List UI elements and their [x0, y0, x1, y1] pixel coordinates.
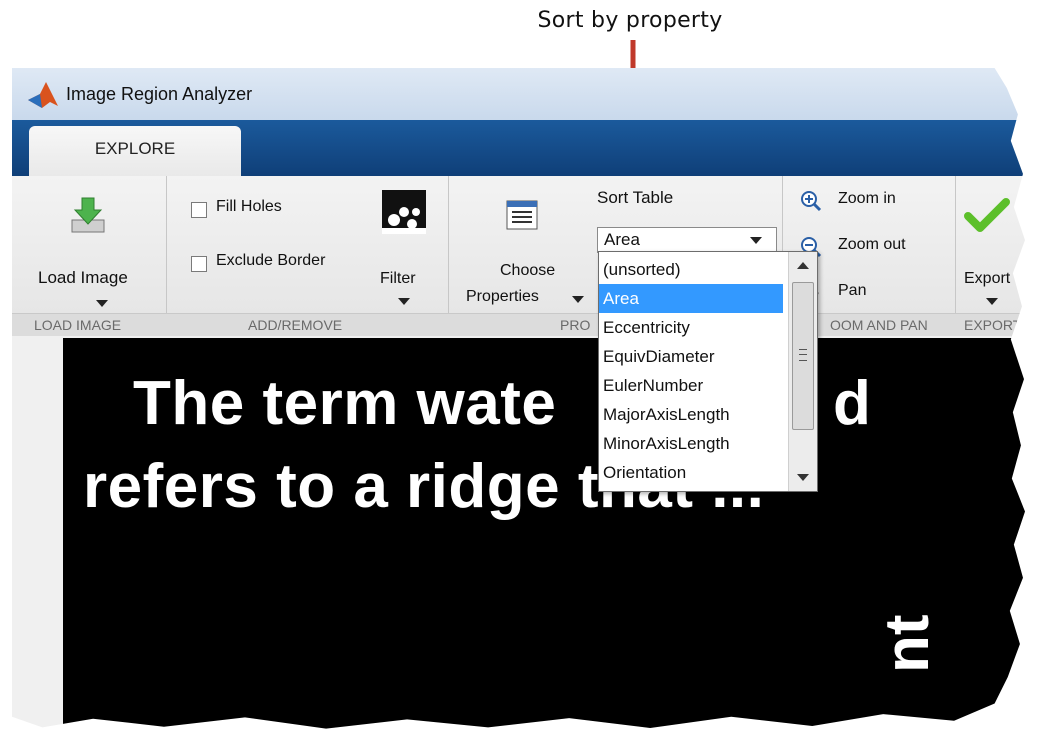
sort-option[interactable]: MajorAxisLength — [599, 400, 783, 429]
filter-dropdown-arrow — [398, 298, 410, 305]
section-zoom-pan: OOM AND PAN — [830, 317, 928, 333]
export-label: Export — [964, 270, 1011, 287]
scroll-down-arrow-icon[interactable] — [797, 474, 809, 481]
separator — [955, 176, 956, 336]
section-export: EXPORT — [964, 317, 1022, 333]
sort-table-label: Sort Table — [597, 188, 674, 207]
sort-option-selected[interactable]: Area — [599, 284, 783, 313]
matlab-logo-icon — [28, 82, 58, 108]
zoom-in-icon — [801, 191, 822, 212]
exclude-border-checkbox[interactable] — [191, 256, 207, 272]
load-image-icon — [71, 197, 105, 233]
zoom-out-button[interactable]: Zoom out — [800, 234, 940, 262]
choose-label: Choose — [500, 262, 556, 279]
image-canvas: The term wate d refers to a ridge that .… — [12, 336, 1025, 729]
scrollbar-thumb[interactable] — [792, 282, 814, 430]
export-dropdown-arrow — [986, 298, 998, 305]
image-text-rotated: nt — [873, 614, 942, 673]
image-display: The term wate d refers to a ridge that .… — [63, 338, 1025, 729]
ribbon-toolbar: Load Image Fill Holes Exclude Border Fil… — [12, 176, 1025, 337]
sort-option[interactable]: (unsorted) — [599, 255, 783, 284]
load-image-dropdown-arrow — [96, 300, 108, 307]
exclude-border-label: Exclude Border — [216, 252, 326, 269]
dropdown-scrollbar[interactable] — [788, 252, 817, 491]
sort-option[interactable]: EquivDiameter — [599, 342, 783, 371]
sort-table-dropdown-list: (unsorted) Area Eccentricity EquivDiamet… — [598, 251, 818, 492]
sort-option[interactable]: Eccentricity — [599, 313, 783, 342]
sort-table-select[interactable]: Area — [597, 227, 777, 253]
section-load-image: LOAD IMAGE — [34, 317, 122, 333]
properties-list-icon — [506, 200, 538, 230]
image-text-line1-tail: d — [833, 369, 872, 438]
section-add-remove: ADD/REMOVE — [248, 317, 343, 333]
separator — [448, 176, 449, 336]
fill-holes-checkbox[interactable] — [191, 202, 207, 218]
filter-icon — [382, 190, 426, 234]
filter-button[interactable]: Filter — [374, 186, 434, 305]
sort-option[interactable]: Orientation — [599, 458, 783, 487]
sort-option[interactable]: EulerNumber — [599, 371, 783, 400]
sort-select-arrow — [750, 237, 762, 244]
tab-strip: EXPLORE — [12, 120, 1025, 176]
section-properties: PRO — [560, 317, 591, 333]
load-image-label: Load Image — [38, 268, 128, 287]
load-image-button[interactable]: Load Image — [20, 182, 160, 307]
zoom-in-button[interactable]: Zoom in — [800, 188, 940, 216]
filter-label: Filter — [380, 270, 416, 287]
window-title: Image Region Analyzer — [66, 84, 253, 104]
choose-properties-button[interactable]: Choose Properties — [462, 186, 584, 305]
image-text-line1: The term wate — [133, 369, 557, 438]
sort-option[interactable]: MinorAxisLength — [599, 429, 783, 458]
app-window: Image Region Analyzer EXPLORE Load Image… — [12, 68, 1025, 729]
fill-holes-label: Fill Holes — [216, 198, 282, 215]
sort-select-value: Area — [604, 230, 640, 249]
export-button[interactable]: Export — [962, 186, 1025, 305]
properties-label: Properties — [466, 288, 539, 305]
scrollbar-grip-icon — [799, 349, 807, 361]
title-bar: Image Region Analyzer — [12, 68, 1025, 120]
scroll-up-arrow-icon[interactable] — [797, 262, 809, 269]
ribbon-section-labels: LOAD IMAGE ADD/REMOVE PRO OOM AND PAN EX… — [12, 313, 1025, 336]
tab-explore[interactable]: EXPLORE — [29, 126, 241, 176]
choose-properties-dropdown-arrow — [572, 296, 584, 303]
checkmark-icon — [964, 198, 1010, 232]
zoom-in-label: Zoom in — [838, 190, 896, 207]
pan-button[interactable]: Pan — [800, 280, 940, 308]
zoom-out-label: Zoom out — [838, 236, 906, 253]
pan-label: Pan — [838, 282, 867, 299]
callout-caption: Sort by property — [537, 8, 723, 33]
separator — [166, 176, 167, 336]
